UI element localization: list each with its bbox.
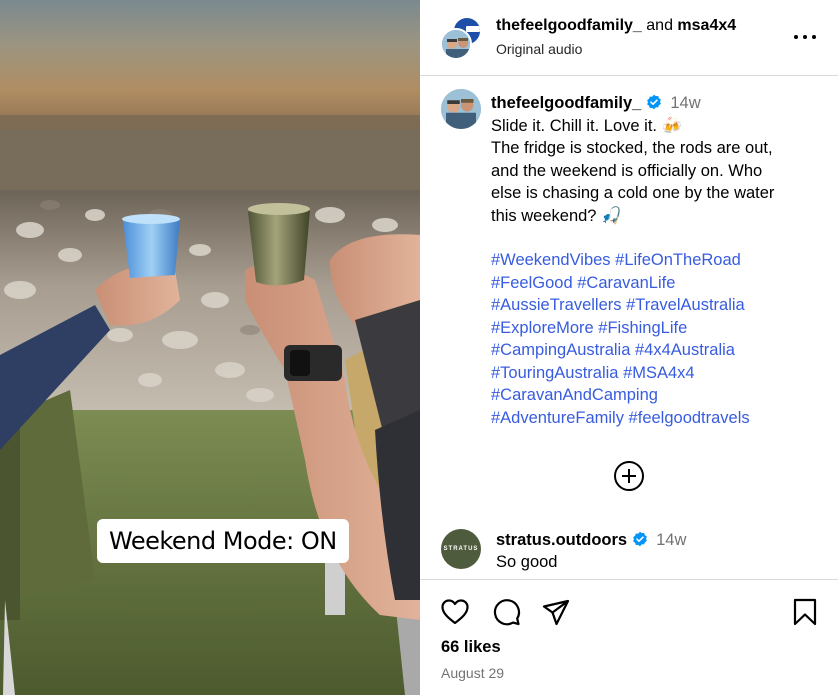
post-photo bbox=[0, 0, 420, 695]
verified-icon bbox=[633, 531, 647, 547]
likes-count[interactable]: 66 likes bbox=[441, 638, 501, 657]
header-usernames: thefeelgoodfamily_ and msa4x4 bbox=[496, 17, 736, 35]
caption-line: and the weekend is officially on. Who bbox=[491, 161, 763, 180]
audio-link[interactable]: Original audio bbox=[496, 41, 582, 57]
heart-icon[interactable] bbox=[440, 597, 470, 627]
family-photo-icon bbox=[442, 30, 470, 58]
hashtag-line[interactable]: #TouringAustralia #MSA4x4 bbox=[491, 362, 821, 385]
hashtag-line[interactable]: #CaravanAndCamping bbox=[491, 384, 821, 407]
comment-text: So good bbox=[496, 553, 558, 571]
caption-line: Slide it. Chill it. Love it. 🍻 bbox=[491, 116, 683, 135]
post-media[interactable]: Weekend Mode: ON bbox=[0, 0, 420, 695]
thefeelgoodfamily-avatar[interactable] bbox=[440, 28, 472, 60]
post-details-panel: thefeelgoodfamily_ and msa4x4 Original a… bbox=[420, 0, 838, 695]
caption-body: thefeelgoodfamily_ 14w Slide it. Chill it… bbox=[491, 92, 821, 429]
caption-avatar[interactable] bbox=[441, 89, 481, 129]
share-icon[interactable] bbox=[541, 597, 571, 627]
video-overlay-caption: Weekend Mode: ON bbox=[97, 519, 349, 563]
caption-time[interactable]: 14w bbox=[670, 94, 700, 112]
verified-icon bbox=[647, 94, 662, 110]
hashtag-line[interactable]: #AdventureFamily #feelgoodtravels bbox=[491, 407, 821, 430]
add-comment-icon[interactable] bbox=[614, 461, 644, 491]
header-user1-link[interactable]: thefeelgoodfamily_ bbox=[496, 17, 642, 34]
header-user2-link[interactable]: msa4x4 bbox=[677, 17, 736, 34]
more-icon[interactable] bbox=[794, 26, 816, 48]
hashtag-block: #WeekendVibes #LifeOnTheRoad #FeelGood #… bbox=[491, 249, 821, 429]
caption-line: this weekend? 🎣 bbox=[491, 206, 622, 225]
hashtag-line[interactable]: #ExploreMore #FishingLife bbox=[491, 317, 821, 340]
caption-section: thefeelgoodfamily_ 14w Slide it. Chill it… bbox=[420, 76, 838, 579]
caption-line: else is chasing a cold one by the water bbox=[491, 184, 775, 202]
stratus-avatar-text: STRATUS bbox=[443, 546, 479, 552]
comment-username[interactable]: stratus.outdoors bbox=[496, 531, 627, 549]
family-photo-icon bbox=[441, 89, 481, 129]
comment-icon[interactable] bbox=[491, 597, 521, 627]
collab-avatars[interactable] bbox=[440, 16, 486, 62]
hashtag-line[interactable]: #WeekendVibes #LifeOnTheRoad bbox=[491, 249, 821, 272]
post-header: thefeelgoodfamily_ and msa4x4 Original a… bbox=[420, 0, 838, 76]
header-joiner: and bbox=[646, 17, 673, 34]
bookmark-icon[interactable] bbox=[790, 597, 820, 627]
caption-username[interactable]: thefeelgoodfamily_ bbox=[491, 94, 641, 112]
stratus-avatar[interactable]: STRATUS bbox=[441, 529, 481, 569]
comment-header: stratus.outdoors 14w bbox=[496, 531, 686, 550]
hashtag-line[interactable]: #CampingAustralia #4x4Australia bbox=[491, 339, 821, 362]
hashtag-line[interactable]: #FeelGood #CaravanLife bbox=[491, 272, 821, 295]
caption-line: The fridge is stocked, the rods are out, bbox=[491, 139, 773, 157]
comment-time[interactable]: 14w bbox=[656, 531, 686, 549]
hashtag-line[interactable]: #AussieTravellers #TravelAustralia bbox=[491, 294, 821, 317]
post-date[interactable]: August 29 bbox=[441, 665, 504, 681]
action-bar: 66 likes August 29 bbox=[420, 579, 838, 695]
